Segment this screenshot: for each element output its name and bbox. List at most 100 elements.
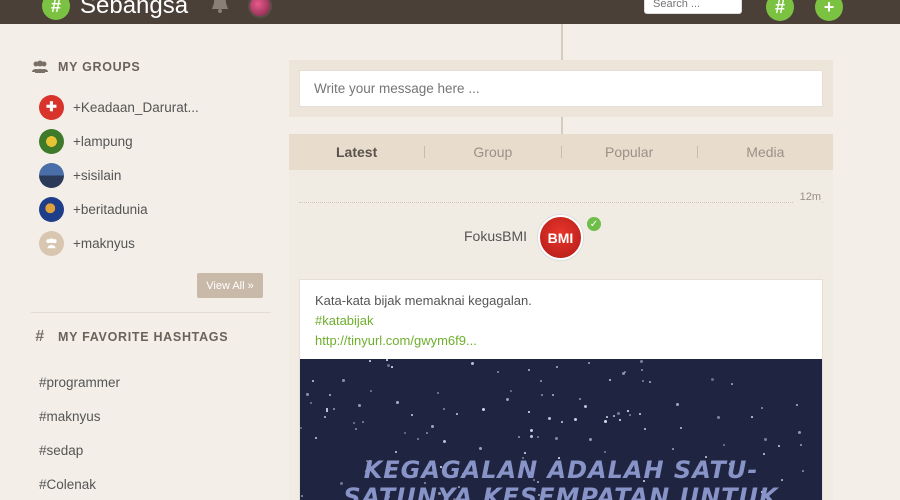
star-dot: [300, 427, 302, 429]
star-dot: [353, 422, 355, 424]
star-dot: [798, 431, 801, 434]
star-dot: [431, 425, 434, 428]
star-dot: [552, 394, 554, 396]
star-dot: [579, 398, 581, 400]
feed-tabs: Latest Group Popular Media: [289, 134, 833, 170]
star-dot: [358, 404, 361, 407]
post-author-name[interactable]: FokusBMI: [464, 228, 527, 244]
hashtag-item[interactable]: #programmer: [31, 365, 271, 399]
star-dot: [622, 372, 625, 375]
favorite-hashtags-section: # MY FAVORITE HASHTAGS #programmer #makn…: [31, 328, 271, 500]
view-all-groups-button[interactable]: View All »: [197, 273, 263, 298]
top-navigation-bar: # Sebangsa # +: [0, 0, 900, 24]
group-avatar: [39, 230, 64, 256]
star-dot: [761, 407, 763, 409]
star-dot: [676, 403, 679, 406]
star-dot: [443, 408, 445, 410]
star-dot: [362, 421, 364, 423]
hashtag-button[interactable]: #: [766, 0, 794, 21]
group-avatar: [39, 196, 64, 222]
tab-media[interactable]: Media: [698, 144, 833, 160]
hashtag-item[interactable]: #sedap: [31, 433, 271, 467]
star-dot: [370, 390, 372, 392]
search-input[interactable]: [653, 0, 723, 10]
group-item-beritadunia[interactable]: +beritadunia: [31, 192, 271, 226]
verified-check-icon: ✓: [587, 217, 601, 231]
star-dot: [329, 394, 331, 396]
star-dot: [312, 380, 314, 382]
brand[interactable]: # Sebangsa: [42, 0, 188, 20]
star-dot: [796, 404, 798, 406]
group-item-maknyus[interactable]: +maknyus: [31, 226, 271, 260]
star-dot: [584, 405, 587, 408]
post-url-link[interactable]: http://tinyurl.com/gwym6f9...: [315, 331, 532, 351]
tab-popular[interactable]: Popular: [562, 144, 697, 160]
image-quote-text: KEGAGALAN ADALAH SATU- SATUNYA KESEMPATA…: [343, 456, 779, 500]
group-item-lampung[interactable]: +lampung: [31, 124, 271, 158]
hashtag-item[interactable]: #maknyus: [31, 399, 271, 433]
group-avatar: [39, 128, 64, 154]
star-dot: [617, 412, 620, 415]
star-dot: [764, 438, 767, 441]
group-item-sisilain[interactable]: +sisilain: [31, 158, 271, 192]
post-card: Kata-kata bijak memaknai kegagalan. #kat…: [299, 279, 823, 500]
message-input[interactable]: [300, 71, 822, 106]
group-avatar: [39, 162, 64, 188]
add-button[interactable]: +: [815, 0, 843, 21]
star-dot: [482, 408, 485, 411]
star-dot: [404, 432, 406, 434]
post-author-avatar[interactable]: BMI: [538, 215, 583, 260]
hashtag-icon: #: [774, 0, 785, 17]
star-dot: [326, 408, 328, 410]
star-dot: [680, 427, 682, 429]
star-dot: [315, 437, 317, 439]
star-dot: [310, 402, 312, 404]
avatar-text: BMI: [547, 229, 574, 246]
star-dot: [369, 360, 371, 362]
star-dot: [640, 360, 643, 363]
star-dot: [763, 453, 765, 455]
post-image[interactable]: KEGAGALAN ADALAH SATU- SATUNYA KESEMPATA…: [300, 359, 822, 500]
star-dot: [387, 364, 390, 367]
star-dot: [604, 420, 607, 423]
group-list: ✚ +Keadaan_Darurat... +lampung +sisilain…: [31, 90, 271, 260]
tab-latest[interactable]: Latest: [289, 144, 424, 160]
composer: [289, 60, 833, 117]
composer-box[interactable]: [299, 70, 823, 107]
star-dot: [456, 413, 458, 415]
star-dot: [574, 418, 577, 421]
star-dot: [717, 416, 720, 419]
star-dot: [606, 416, 608, 418]
star-dot: [588, 362, 590, 364]
star-dot: [604, 451, 606, 453]
hashtag-item[interactable]: #Colenak: [31, 467, 271, 500]
star-dot: [417, 438, 419, 440]
star-dot: [778, 445, 780, 447]
star-dot: [627, 410, 629, 412]
star-dot: [751, 416, 753, 418]
star-dot: [629, 414, 631, 416]
plus-icon: +: [823, 0, 835, 17]
star-dot: [556, 366, 558, 368]
star-dot: [711, 378, 714, 381]
star-dot: [731, 383, 733, 385]
sebangsa-logo-icon: #: [42, 0, 70, 20]
star-dot: [609, 379, 611, 381]
star-dot: [355, 428, 357, 430]
star-dot: [342, 379, 345, 382]
star-dot: [391, 366, 393, 368]
group-item-keadaan-darurat[interactable]: ✚ +Keadaan_Darurat...: [31, 90, 271, 124]
star-dot: [426, 432, 428, 434]
search-box[interactable]: [644, 0, 742, 14]
tab-group[interactable]: Group: [425, 144, 560, 160]
star-dot: [443, 440, 446, 443]
star-dot: [437, 392, 439, 394]
groups-icon: [32, 60, 48, 73]
notification-bell-icon[interactable]: [209, 0, 231, 14]
star-dot: [641, 369, 643, 371]
post-text: Kata-kata bijak memaknai kegagalan.: [315, 293, 532, 308]
star-dot: [528, 411, 530, 413]
post-hashtag-link[interactable]: #katabijak: [315, 311, 532, 331]
user-avatar[interactable]: [248, 0, 272, 18]
star-dot: [548, 417, 551, 420]
